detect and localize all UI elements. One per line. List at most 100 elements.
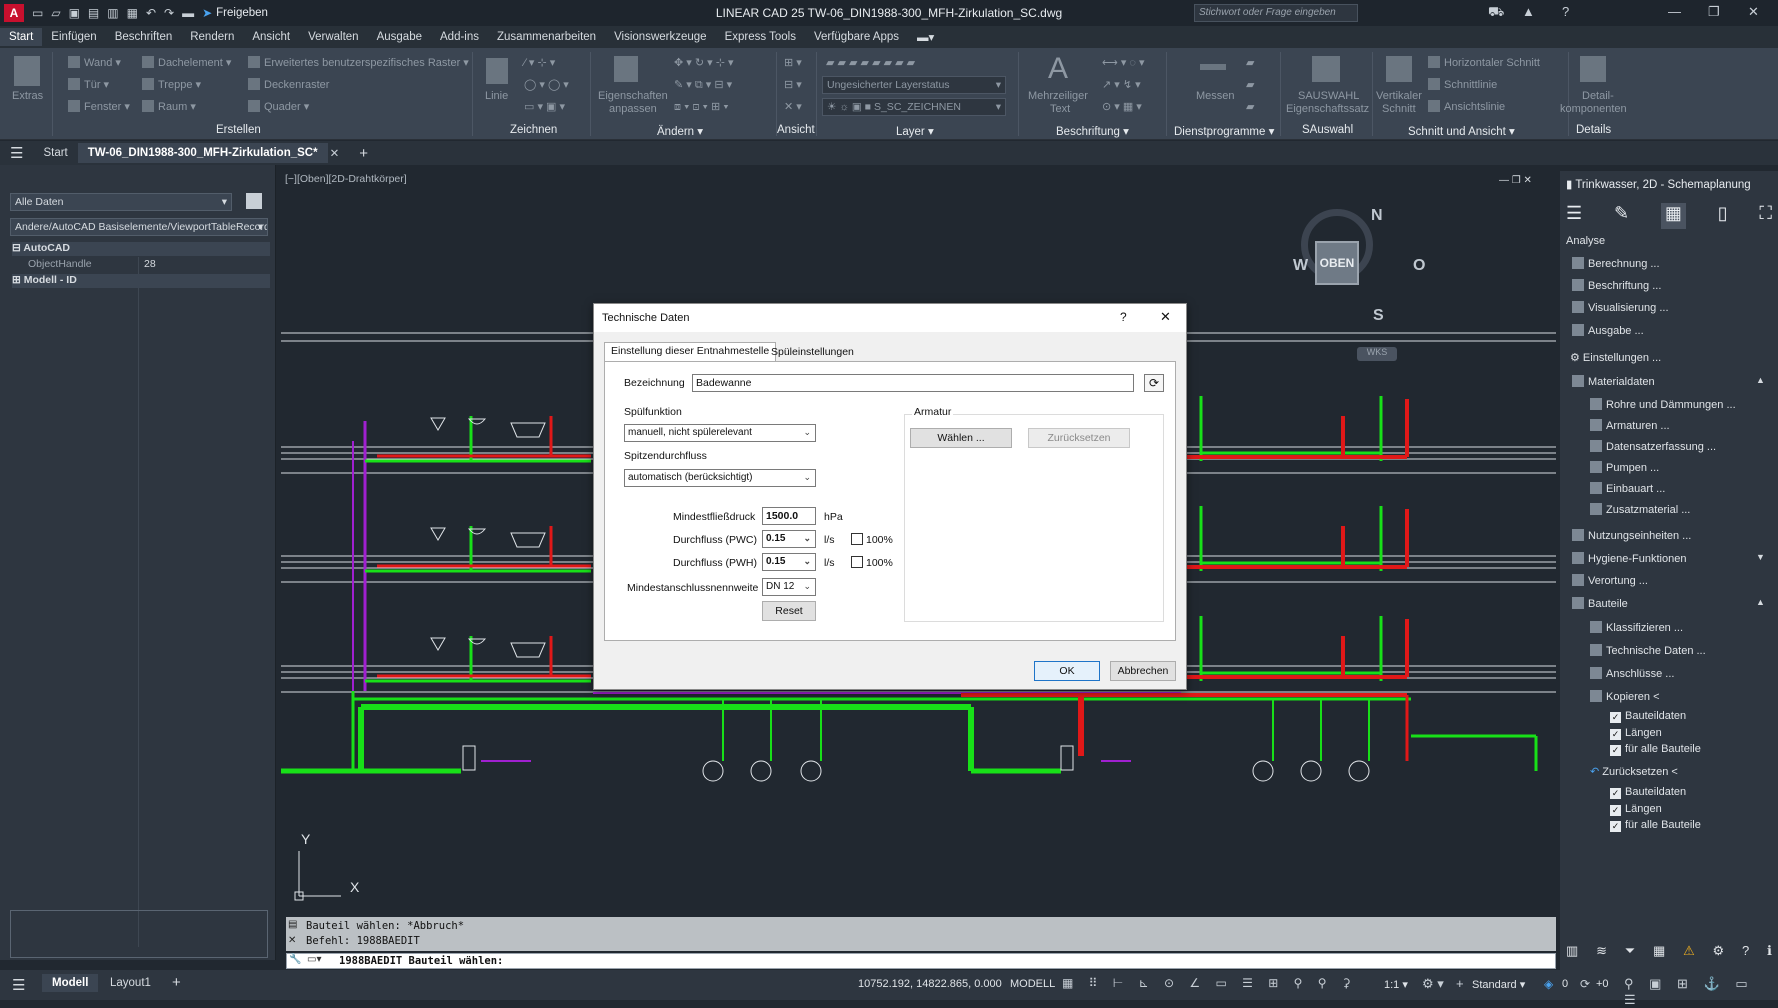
visualisierung-item[interactable]: Visualisierung ... xyxy=(1572,301,1669,314)
klassifizieren-item[interactable]: Klassifizieren ... xyxy=(1590,621,1683,634)
kopieren-laengen-checkbox[interactable]: ✓ Längen xyxy=(1610,727,1662,740)
eigenschaften-button-line1[interactable]: Eigenschaften xyxy=(598,90,668,102)
hygiene-item[interactable]: Hygiene-Funktionen xyxy=(1572,552,1686,565)
ribbon-tab-addins[interactable]: Add-ins xyxy=(431,28,488,46)
edit-icon[interactable]: ✎ xyxy=(1614,203,1629,229)
detail-button-line2[interactable]: komponenten xyxy=(1560,103,1627,115)
ribbon-tab-start[interactable]: Start xyxy=(0,28,43,46)
viewport-controls[interactable]: — ❐ ✕ xyxy=(1499,175,1532,186)
raster-button[interactable]: Erweitertes benutzerspezifisches Raster … xyxy=(248,56,469,69)
isolate-icon[interactable]: ◈ xyxy=(1544,977,1553,991)
share-icon[interactable]: ➤ xyxy=(202,6,212,20)
pwh-100-checkbox[interactable] xyxy=(851,556,863,568)
util3-icon[interactable]: ▰ xyxy=(1246,100,1254,113)
plus-icon[interactable]: + xyxy=(1456,976,1464,991)
model-space-toggle[interactable]: MODELL xyxy=(1010,978,1055,990)
tab-active-drawing[interactable]: TW-06_DIN1988-300_MFH-Zirkulation_SC* xyxy=(77,143,328,163)
ribbon-tab-beschriften[interactable]: Beschriften xyxy=(106,28,182,46)
polyline-icon[interactable]: ∕ ▾ ⊹ ▾ xyxy=(524,56,555,69)
collapse-bauteile-icon[interactable]: ▲ xyxy=(1756,597,1765,607)
ribbon-tab-einfuegen[interactable]: Einfügen xyxy=(42,28,105,46)
ribbon-tab-zusammenarbeiten[interactable]: Zusammenarbeiten xyxy=(488,28,605,46)
cmd-prompt-icon[interactable]: ▭▾ xyxy=(307,954,321,965)
status-tools[interactable]: ⚲ ▣ ⊞ ⚓ ▭ ☰ xyxy=(1624,976,1778,1008)
wrench-icon[interactable]: 🔧 xyxy=(289,954,301,965)
palette-settings-icon[interactable] xyxy=(246,193,262,209)
menu-icon[interactable]: ☰ xyxy=(1566,203,1582,229)
share-button[interactable]: Freigeben xyxy=(216,7,268,19)
durchfluss-pwh-input[interactable]: 0.15 ⌄ xyxy=(762,553,816,571)
annotation-scale[interactable]: 1:1 ▾ xyxy=(1384,978,1408,991)
reset-button[interactable]: Reset xyxy=(762,601,816,621)
viewcube-top-face[interactable]: OBEN xyxy=(1315,241,1359,285)
dialog-close-icon[interactable]: ✕ xyxy=(1160,309,1171,325)
zuruecksetzen-item[interactable]: ↶ Zurücksetzen < xyxy=(1590,765,1678,778)
help-icon[interactable]: ? xyxy=(1562,4,1569,19)
gear-status-icon[interactable]: ⚙ ▾ xyxy=(1422,976,1444,992)
armaturen-item[interactable]: Armaturen ... xyxy=(1590,419,1670,432)
ribbon-tab-visionswerkzeuge[interactable]: Visionswerkzeuge xyxy=(605,28,715,46)
abbrechen-button[interactable]: Abbrechen xyxy=(1110,661,1176,681)
zurueck-bauteildaten-checkbox[interactable]: ✓ Bauteildaten xyxy=(1610,786,1686,799)
group-autocad[interactable]: ⊟ AutoCAD xyxy=(12,242,270,256)
sauswahl-button-line1[interactable]: SAUSWAHL xyxy=(1298,90,1359,102)
compass-north[interactable]: N xyxy=(1371,207,1383,225)
layers-icon[interactable]: ≋ xyxy=(1596,943,1607,959)
dim-icon[interactable]: ⟷ ▾ ◌ ▾ xyxy=(1102,56,1145,69)
plot-icon[interactable]: ▥ xyxy=(107,6,118,20)
wand-button[interactable]: Wand ▾ xyxy=(68,56,121,69)
drafting-toggles[interactable]: ▦ ⠿ ⊢ ⊾ ⊙ ∠ ▭ ☰ ⊞ ⚲ ⚲ ⚳ xyxy=(1062,976,1357,990)
util1-icon[interactable]: ▰ xyxy=(1246,56,1254,69)
view-icon[interactable]: ⊞ ▾ xyxy=(784,56,802,69)
cmd-close-icon[interactable]: ✕ xyxy=(288,935,296,946)
refresh-icon[interactable]: ⟳ xyxy=(1144,374,1164,392)
cmd-drag-handle[interactable]: ▤ xyxy=(288,919,297,930)
beschriftung-item[interactable]: Beschriftung ... xyxy=(1572,279,1661,292)
calculator-icon[interactable]: ▦ xyxy=(1660,203,1686,229)
undo-icon[interactable]: ↶ xyxy=(146,6,156,20)
ribbon-tab-rendern[interactable]: Rendern xyxy=(181,28,243,46)
minimize-icon[interactable]: — xyxy=(1668,4,1681,19)
settings-icon[interactable]: ⚙ xyxy=(1713,943,1725,959)
technische-daten-item[interactable]: Technische Daten ... xyxy=(1590,644,1706,657)
ansichtslinie-button[interactable]: Ansichtslinie xyxy=(1428,100,1505,113)
style-select[interactable]: Standard ▾ xyxy=(1472,978,1525,991)
compass-west[interactable]: W xyxy=(1293,257,1308,275)
search-input[interactable]: Stichwort oder Frage eingeben xyxy=(1194,4,1358,22)
datensatz-item[interactable]: Datensatzerfassung ... xyxy=(1590,440,1716,453)
util2-icon[interactable]: ▰ xyxy=(1246,78,1254,91)
tab-spueleinstellungen[interactable]: Spüleinstellungen xyxy=(765,344,860,362)
kopieren-bauteildaten-checkbox[interactable]: ✓ Bauteildaten xyxy=(1610,710,1686,723)
open-file-icon[interactable]: ▱ xyxy=(51,6,60,20)
nennweite-select[interactable]: DN 12 ⌄ xyxy=(762,578,816,596)
redo-icon[interactable]: ↷ xyxy=(164,6,174,20)
bauteile-item[interactable]: Bauteile xyxy=(1572,597,1628,610)
user-icon[interactable]: ▲ xyxy=(1522,4,1535,19)
mirror-icon[interactable]: ⧈ ▾ ⊡ ▾ ⊞ ▾ xyxy=(674,100,729,114)
layer-tools-icon[interactable]: ▰ ▰ ▰ ▰ ▰ ▰ ▰ ▰ xyxy=(826,56,915,69)
layer-state-select[interactable]: Ungesicherter Layerstatus ▾ xyxy=(822,76,1006,94)
ausgabe-item[interactable]: Ausgabe ... xyxy=(1572,324,1644,337)
pwc-100-checkbox[interactable] xyxy=(851,533,863,545)
tuer-button[interactable]: Tür ▾ xyxy=(68,78,109,91)
calc-small-icon[interactable]: ▦ xyxy=(1653,943,1665,959)
view3-icon[interactable]: ✕ ▾ xyxy=(784,100,802,113)
layout-icon[interactable]: ▥ xyxy=(1566,943,1578,959)
dialog-titlebar[interactable]: Technische Daten ? ✕ xyxy=(594,304,1186,332)
tab-modell[interactable]: Modell xyxy=(42,974,99,992)
layer-select[interactable]: ☀ ☼ ▣ ■ S_SC_ZEICHNEN ▾ xyxy=(822,98,1006,116)
materialdaten-item[interactable]: Materialdaten xyxy=(1572,375,1655,388)
warning-icon[interactable]: ⚠ xyxy=(1683,943,1695,959)
mehrzeiliger-text-line2[interactable]: Text xyxy=(1050,103,1070,115)
wks-menu[interactable]: WKS xyxy=(1357,347,1397,361)
tab-layout1[interactable]: Layout1 xyxy=(110,977,151,989)
mindestfliessdruck-input[interactable]: 1500.0 xyxy=(762,507,816,525)
close-tab-icon[interactable]: ✕ xyxy=(320,142,350,164)
dachelement-button[interactable]: Dachelement ▾ xyxy=(142,56,231,69)
restore-icon[interactable]: ❐ xyxy=(1708,4,1720,20)
ribbon-tab-ansicht[interactable]: Ansicht xyxy=(243,28,299,46)
info-icon[interactable]: ℹ xyxy=(1767,943,1772,959)
cart-icon[interactable]: ⛟ xyxy=(1488,4,1504,22)
spuelfunktion-select[interactable]: manuell, nicht spülerelevant ⌄ xyxy=(624,424,816,442)
zurueck-laengen-checkbox[interactable]: ✓ Längen xyxy=(1610,803,1662,816)
